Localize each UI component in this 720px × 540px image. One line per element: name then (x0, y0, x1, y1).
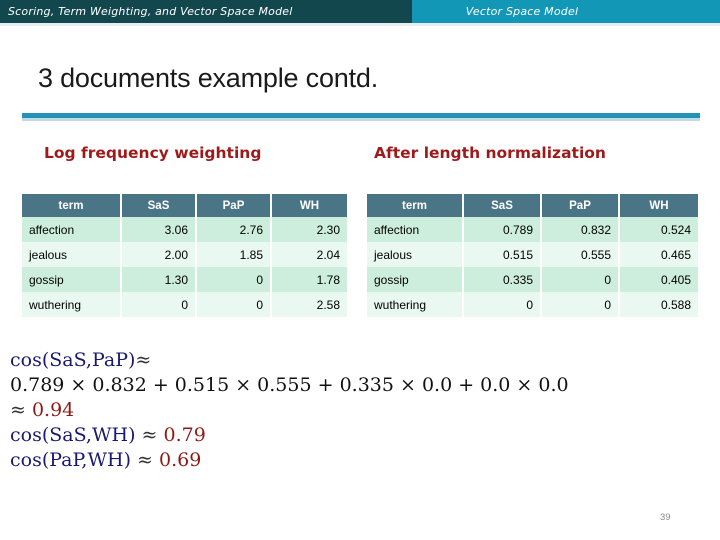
cell-sas: 0 (464, 292, 542, 317)
banner-right-section: Vector Space Model (412, 0, 720, 23)
cell-term: gossip (22, 267, 122, 292)
column-header-term: term (22, 194, 122, 217)
section-caption-length-normalization: After length normalization (374, 144, 606, 162)
cell-sas: 3.06 (122, 217, 197, 242)
cell-term: wuthering (22, 292, 122, 317)
title-rule-secondary (22, 118, 700, 121)
cell-sas: 0.515 (464, 242, 542, 267)
cell-pap: 1.85 (197, 242, 272, 267)
table-row: gossip 0.335 0 0.405 (367, 267, 698, 292)
cell-sas: 0 (122, 292, 197, 317)
table-row: affection 3.06 2.76 2.30 (22, 217, 347, 242)
cell-term: affection (367, 217, 464, 242)
formula-cos-sas-wh: cos(SaS,WH) (10, 424, 136, 446)
formula-result-sas-wh: 0.79 (163, 424, 206, 446)
cell-wh: 0.588 (620, 292, 698, 317)
cell-wh: 0.405 (620, 267, 698, 292)
table-row: jealous 2.00 1.85 2.04 (22, 242, 347, 267)
cell-wh: 2.04 (272, 242, 347, 267)
table-row: jealous 0.515 0.555 0.465 (367, 242, 698, 267)
column-header-pap: PaP (542, 194, 620, 217)
formula-line-4: cos(SaS,WH) ≈ 0.79 (10, 423, 569, 448)
cell-term: gossip (367, 267, 464, 292)
cell-pap: 0 (542, 267, 620, 292)
banner-topic-title: Vector Space Model (465, 5, 579, 18)
banner-underline (0, 23, 720, 26)
column-header-sas: SaS (122, 194, 197, 217)
page-number: 39 (660, 512, 671, 523)
cell-wh: 0.465 (620, 242, 698, 267)
cell-term: jealous (367, 242, 464, 267)
cell-term: affection (22, 217, 122, 242)
cell-sas: 0.335 (464, 267, 542, 292)
approx-sign: ≈ (135, 349, 152, 371)
table-row: wuthering 0 0 0.588 (367, 292, 698, 317)
cell-sas: 2.00 (122, 242, 197, 267)
approx-sign: ≈ (10, 399, 26, 421)
column-header-sas: SaS (464, 194, 542, 217)
cell-term: wuthering (367, 292, 464, 317)
cell-sas: 1.30 (122, 267, 197, 292)
approx-sign: ≈ (137, 449, 153, 471)
table-row: affection 0.789 0.832 0.524 (367, 217, 698, 242)
cell-pap: 0 (197, 292, 272, 317)
cell-wh: 2.58 (272, 292, 347, 317)
cell-wh: 0.524 (620, 217, 698, 242)
formula-result-sas-pap: 0.94 (31, 399, 75, 421)
banner-course-title: Scoring, Term Weighting, and Vector Spac… (8, 5, 293, 18)
cell-pap: 0.555 (542, 242, 620, 267)
column-header-term: term (367, 194, 464, 217)
column-header-pap: PaP (197, 194, 272, 217)
table-header-row: term SaS PaP WH (367, 194, 698, 217)
cell-wh: 2.30 (272, 217, 347, 242)
cell-pap: 2.76 (197, 217, 272, 242)
table-row: gossip 1.30 0 1.78 (22, 267, 347, 292)
cell-wh: 1.78 (272, 267, 347, 292)
formula-expansion: 0.789 × 0.832 + 0.515 × 0.555 + 0.335 × … (10, 374, 569, 396)
cell-pap: 0 (197, 267, 272, 292)
formula-line-3: ≈ 0.94 (10, 398, 569, 423)
formula-line-2: 0.789 × 0.832 + 0.515 × 0.555 + 0.335 × … (10, 373, 569, 398)
formula-block: cos(SaS,PaP)≈ 0.789 × 0.832 + 0.515 × 0.… (10, 348, 569, 473)
cell-term: jealous (22, 242, 122, 267)
cell-pap: 0.832 (542, 217, 620, 242)
formula-cos-sas-pap: cos(SaS,PaP) (10, 349, 136, 371)
banner-left-section: Scoring, Term Weighting, and Vector Spac… (0, 0, 412, 23)
column-header-wh: WH (620, 194, 698, 217)
table-header-row: term SaS PaP WH (22, 194, 347, 217)
formula-line-5: cos(PaP,WH) ≈ 0.69 (10, 448, 569, 473)
formula-result-pap-wh: 0.69 (159, 449, 202, 471)
formula-line-1: cos(SaS,PaP)≈ (10, 348, 569, 373)
cell-sas: 0.789 (464, 217, 542, 242)
page-title: 3 documents example contd. (38, 63, 378, 93)
formula-cos-pap-wh: cos(PaP,WH) (10, 449, 131, 471)
table-row: wuthering 0 0 2.58 (22, 292, 347, 317)
cell-pap: 0 (542, 292, 620, 317)
column-header-wh: WH (272, 194, 347, 217)
top-banner: Scoring, Term Weighting, and Vector Spac… (0, 0, 720, 23)
approx-sign: ≈ (141, 424, 158, 446)
table-log-frequency: term SaS PaP WH affection 3.06 2.76 2.30… (22, 194, 347, 317)
section-caption-log-frequency: Log frequency weighting (44, 144, 262, 162)
table-length-normalized: term SaS PaP WH affection 0.789 0.832 0.… (367, 194, 698, 317)
